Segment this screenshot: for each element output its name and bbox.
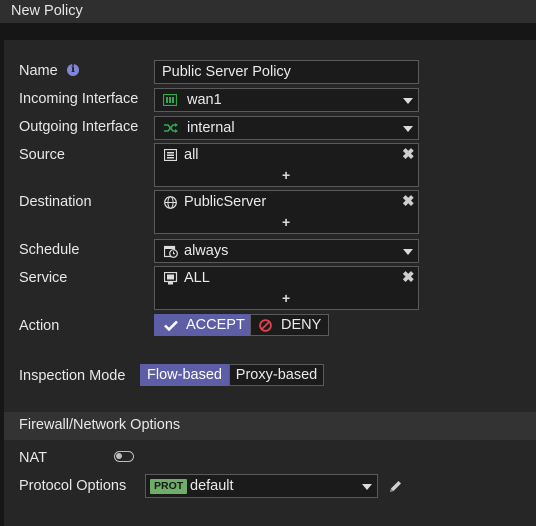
chevron-down-icon [403, 98, 413, 104]
info-icon[interactable]: i [67, 64, 79, 76]
inspection-mode-label: Inspection Mode [19, 368, 126, 384]
section-title: Firewall/Network Options [19, 417, 181, 433]
service-icon [164, 272, 178, 285]
accept-button[interactable]: ACCEPT [154, 314, 250, 336]
close-icon[interactable]: ✖ [402, 268, 415, 286]
proxy-based-label: Proxy-based [235, 367, 318, 383]
network-port-icon [163, 94, 177, 106]
name-input[interactable]: Public Server Policy [154, 60, 419, 84]
protocol-options-value: default [190, 478, 234, 494]
block-icon [259, 319, 272, 332]
service-value: ALL [184, 270, 210, 286]
schedule-select[interactable]: always [154, 239, 419, 263]
add-icon[interactable]: + [282, 290, 290, 306]
destination-label: Destination [19, 194, 92, 210]
name-label: Name [19, 63, 58, 79]
source-field[interactable]: all ✖ + [154, 143, 419, 187]
nat-label: NAT [19, 450, 47, 466]
nat-toggle[interactable] [114, 451, 134, 462]
globe-icon [164, 196, 177, 209]
title-bar: New Policy [0, 0, 536, 23]
source-label: Source [19, 147, 65, 163]
service-label: Service [19, 270, 68, 286]
checkmark-icon [164, 320, 178, 331]
chevron-down-icon [403, 126, 413, 132]
chevron-down-icon [403, 249, 413, 255]
add-icon[interactable]: + [282, 214, 290, 230]
action-label: Action [19, 318, 60, 334]
schedule-label: Schedule [19, 242, 80, 258]
firewall-network-options-header: Firewall/Network Options [4, 412, 536, 440]
proxy-based-button[interactable]: Proxy-based [229, 364, 324, 386]
close-icon[interactable]: ✖ [402, 192, 415, 210]
toggle-knob [116, 453, 122, 459]
destination-field[interactable]: PublicServer ✖ + [154, 190, 419, 234]
flow-based-button[interactable]: Flow-based [140, 364, 229, 386]
protocol-options-select[interactable]: PROT default [145, 474, 378, 498]
destination-value: PublicServer [184, 194, 267, 210]
protocol-options-label: Protocol Options [19, 478, 127, 494]
deny-button[interactable]: DENY [250, 314, 329, 336]
accept-label: ACCEPT [186, 317, 245, 333]
edit-pencil-icon[interactable] [388, 479, 403, 494]
source-value: all [184, 147, 199, 163]
name-input-value: Public Server Policy [162, 64, 291, 80]
chevron-down-icon [362, 484, 372, 490]
outgoing-interface-select[interactable]: internal [154, 116, 419, 140]
outgoing-interface-value: internal [187, 120, 235, 136]
schedule-value: always [184, 243, 229, 259]
incoming-interface-label: Incoming Interface [19, 91, 139, 107]
incoming-interface-select[interactable]: wan1 [154, 88, 419, 112]
flow-based-label: Flow-based [147, 367, 222, 383]
deny-label: DENY [281, 317, 322, 333]
calendar-clock-icon [164, 245, 178, 258]
incoming-interface-value: wan1 [187, 92, 222, 108]
address-list-icon [164, 149, 177, 161]
shuffle-icon [164, 123, 178, 133]
window-title: New Policy [11, 3, 83, 19]
add-icon[interactable]: + [282, 167, 290, 183]
prot-badge: PROT [150, 479, 188, 494]
service-field[interactable]: ALL ✖ + [154, 266, 419, 310]
outgoing-interface-label: Outgoing Interface [19, 119, 139, 135]
close-icon[interactable]: ✖ [402, 145, 415, 163]
